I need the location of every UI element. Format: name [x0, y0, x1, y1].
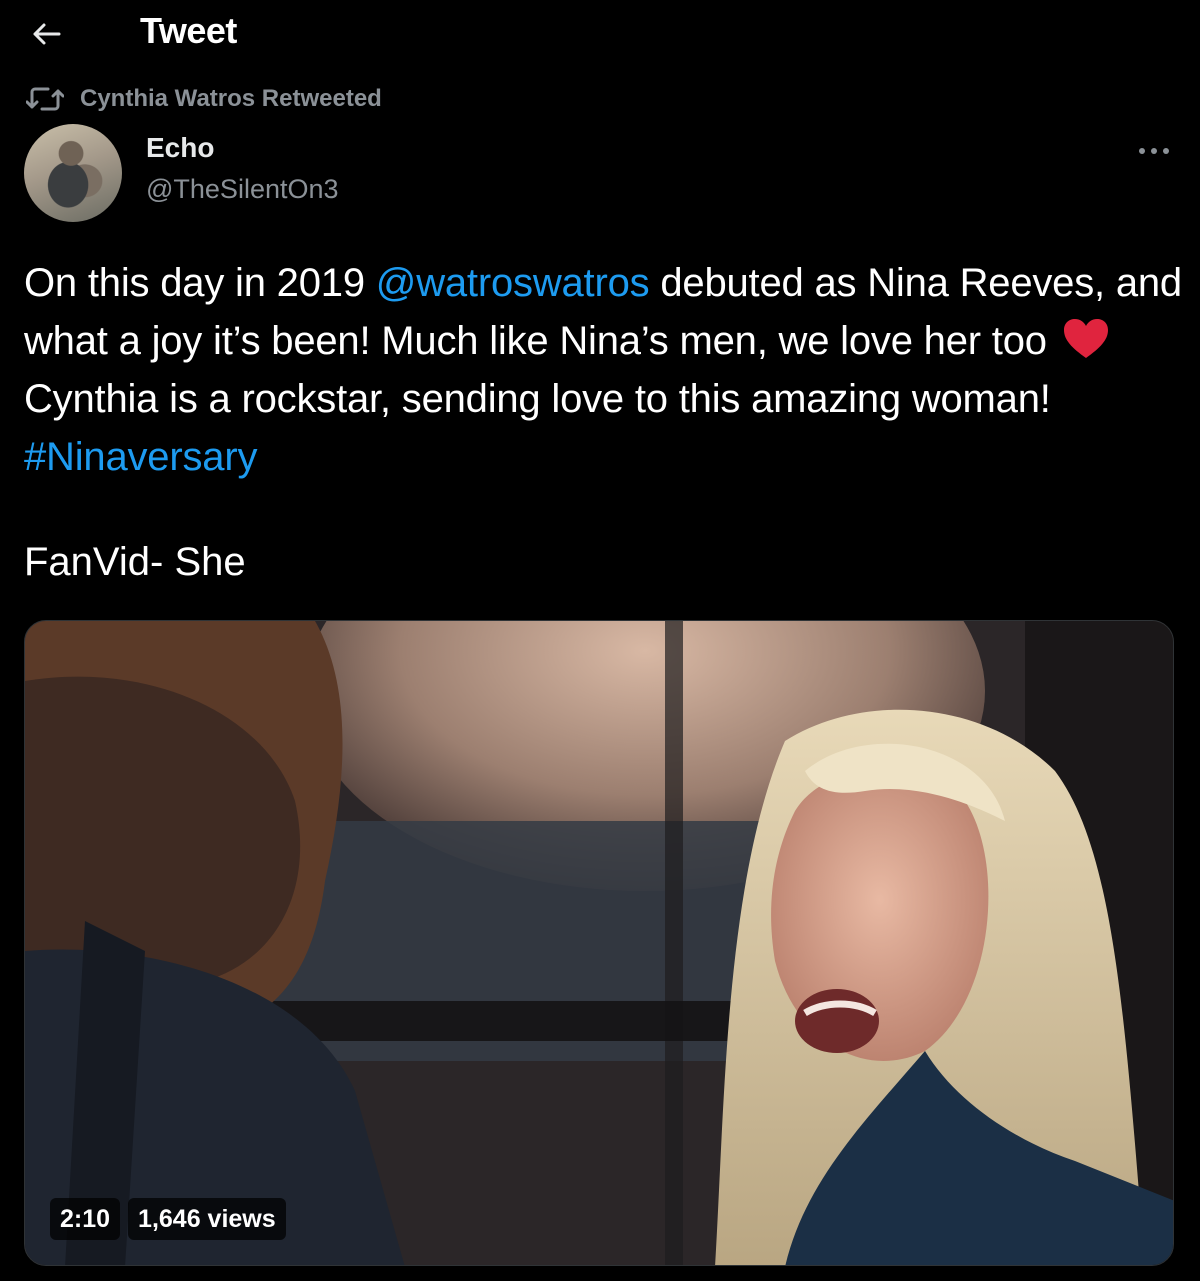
arrow-left-icon [33, 23, 61, 45]
red-heart-icon [1063, 319, 1108, 358]
top-bar: Tweet [0, 0, 1200, 66]
video-duration: 2:10 [50, 1198, 121, 1240]
retweet-icon [26, 87, 64, 111]
retweet-context: Cynthia Watros Retweeted [26, 82, 382, 116]
avatar[interactable] [24, 124, 122, 222]
author-display-name[interactable]: Echo [146, 132, 214, 164]
video-info: 2:10 1,646 views [50, 1198, 286, 1240]
tweet-text: On this day in 2019 @watroswatros debute… [24, 254, 1184, 486]
mention-link[interactable]: @watroswatros [376, 261, 650, 305]
tweet-text-part: Cynthia is a rockstar, sending love to t… [24, 377, 1051, 421]
retweeter-link[interactable]: Cynthia Watros Retweeted [80, 85, 382, 113]
tweet-text-part: On this day in 2019 [24, 261, 376, 305]
video-frame [25, 621, 1173, 1265]
video-player[interactable] [24, 620, 1174, 1266]
tweet-text-second-paragraph: FanVid- She [24, 540, 246, 584]
more-horizontal-icon [1139, 148, 1169, 154]
author-handle[interactable]: @TheSilentOn3 [146, 174, 339, 205]
video-views: 1,646 views [128, 1198, 286, 1240]
more-options-button[interactable] [1132, 136, 1176, 166]
back-button[interactable] [24, 14, 68, 54]
page-title: Tweet [140, 10, 237, 51]
hashtag-link[interactable]: #Ninaversary [24, 435, 257, 479]
